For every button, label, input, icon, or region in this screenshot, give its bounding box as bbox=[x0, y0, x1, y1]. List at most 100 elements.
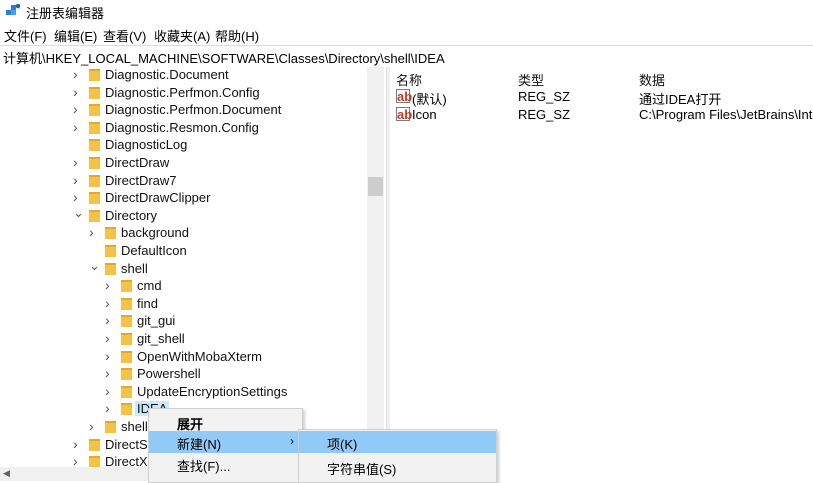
tree-item-label: Directory bbox=[105, 207, 158, 223]
tree-item[interactable]: DiagnosticLog bbox=[0, 137, 366, 154]
menu-bar: 文件(F) 编辑(E) 查看(V) 收藏夹(A) 帮助(H) bbox=[0, 24, 813, 44]
tree-item-label: DirectX bbox=[105, 454, 148, 467]
registry-tree[interactable]: › Diagnostic.Document › Diagnostic.Perfmon.… bbox=[0, 67, 386, 467]
submenu-arrow-icon: › bbox=[290, 434, 294, 448]
column-header-data[interactable]: 数据 bbox=[639, 70, 665, 89]
chevron-right-icon[interactable]: › bbox=[89, 418, 99, 434]
tree-item[interactable]: › UpdateEncryptionSettings bbox=[0, 383, 366, 401]
tree-item-label: OpenWithMobaXterm bbox=[137, 348, 262, 364]
values-pane: 名称 类型 数据 ab (默认) REG_SZ 通过IDEA打开 ab Icon… bbox=[390, 67, 813, 481]
tree-item-label: cmd bbox=[137, 278, 162, 294]
tree-item-label: shell bbox=[121, 419, 148, 434]
tree-item[interactable]: › Diagnostic.Resmon.Config bbox=[0, 119, 366, 137]
chevron-right-icon[interactable]: › bbox=[105, 383, 115, 399]
chevron-right-icon[interactable]: › bbox=[73, 101, 83, 117]
chevron-right-icon[interactable]: › bbox=[73, 119, 83, 135]
chevron-right-icon[interactable]: › bbox=[105, 348, 115, 364]
tree-item[interactable]: › Powershell bbox=[0, 365, 366, 383]
context-menu-label: 新建(N) bbox=[177, 437, 222, 452]
chevron-right-icon[interactable]: › bbox=[73, 436, 83, 452]
folder-icon bbox=[89, 174, 100, 187]
folder-icon bbox=[121, 403, 132, 416]
menu-view[interactable]: 查看(V) bbox=[103, 26, 146, 45]
chevron-right-icon[interactable]: › bbox=[73, 189, 83, 205]
chevron-right-icon[interactable]: › bbox=[73, 453, 83, 467]
tree-item-label: Diagnostic.Resmon.Config bbox=[105, 119, 259, 135]
tree-item[interactable]: › DirectDrawClipper bbox=[0, 189, 366, 207]
tree-vertical-scrollbar[interactable] bbox=[367, 67, 384, 467]
tree-item[interactable]: › cmd bbox=[0, 277, 366, 295]
column-header-name[interactable]: 名称 bbox=[396, 70, 422, 89]
chevron-right-icon[interactable]: › bbox=[73, 154, 83, 170]
value-row[interactable]: ab Icon REG_SZ C:\Program Files\JetBrain… bbox=[390, 107, 813, 125]
tree-item[interactable]: › OpenWithMobaXterm bbox=[0, 348, 366, 366]
chevron-down-icon[interactable]: ⌄ bbox=[73, 205, 84, 220]
tree-item[interactable]: DefaultIcon bbox=[0, 243, 366, 260]
folder-icon bbox=[89, 104, 100, 117]
string-value-icon: ab bbox=[396, 107, 413, 122]
folder-icon bbox=[105, 262, 116, 275]
menu-edit[interactable]: 编辑(E) bbox=[54, 26, 97, 45]
folder-icon bbox=[89, 86, 100, 99]
chevron-right-icon[interactable]: › bbox=[73, 67, 83, 82]
tree-item-label: DirectS bbox=[105, 436, 148, 452]
chevron-right-icon[interactable]: › bbox=[105, 277, 115, 293]
tree-item-label: Diagnostic.Perfmon.Document bbox=[105, 102, 282, 118]
tree-item-label: git_shell bbox=[137, 331, 185, 346]
chevron-right-icon[interactable]: › bbox=[105, 400, 115, 416]
folder-icon bbox=[89, 456, 100, 467]
folder-icon bbox=[121, 350, 132, 363]
context-menu-label: 查找(F)... bbox=[177, 459, 231, 474]
column-header-type[interactable]: 类型 bbox=[518, 70, 544, 89]
address-path[interactable]: 计算机\HKEY_LOCAL_MACHINE\SOFTWARE\Classes\… bbox=[3, 48, 445, 67]
tree-item[interactable]: › git_shell bbox=[0, 330, 366, 348]
tree-item-label: DefaultIcon bbox=[121, 243, 187, 258]
address-bar[interactable]: 计算机\HKEY_LOCAL_MACHINE\SOFTWARE\Classes\… bbox=[0, 45, 813, 68]
context-menu-expand[interactable]: 展开 bbox=[149, 411, 302, 433]
tree-item-label: DiagnosticLog bbox=[105, 137, 188, 153]
folder-icon bbox=[105, 421, 116, 433]
tree-item[interactable]: › git_gui bbox=[0, 312, 366, 330]
folder-icon bbox=[89, 139, 100, 152]
value-data: 通过IDEA打开 bbox=[639, 92, 722, 107]
context-menu-new[interactable]: 新建(N) › bbox=[149, 431, 302, 453]
tree-item[interactable]: › find bbox=[0, 295, 366, 313]
chevron-right-icon[interactable]: › bbox=[105, 365, 115, 381]
menu-help[interactable]: 帮助(H) bbox=[215, 26, 259, 45]
tree-item-label: DirectDrawClipper bbox=[105, 190, 211, 206]
chevron-down-icon[interactable]: ⌄ bbox=[89, 258, 100, 273]
tree-item-label: Diagnostic.Document bbox=[105, 67, 229, 82]
menu-file[interactable]: 文件(F) bbox=[4, 26, 47, 45]
tree-item[interactable]: › Diagnostic.Document bbox=[0, 67, 366, 84]
chevron-right-icon[interactable]: › bbox=[105, 295, 115, 311]
context-menu-find[interactable]: 查找(F)... bbox=[149, 453, 302, 475]
menu-favorites[interactable]: 收藏夹(A) bbox=[154, 26, 210, 45]
folder-icon bbox=[121, 297, 132, 310]
folder-icon bbox=[89, 69, 100, 81]
submenu-new-key[interactable]: 项(K) bbox=[299, 431, 496, 453]
chevron-right-icon[interactable]: › bbox=[73, 84, 83, 100]
tree-item[interactable]: ⌄ Directory bbox=[0, 205, 366, 225]
value-row[interactable]: ab (默认) REG_SZ 通过IDEA打开 bbox=[390, 89, 813, 107]
folder-icon bbox=[105, 227, 116, 240]
chevron-right-icon[interactable]: › bbox=[105, 312, 115, 328]
folder-icon bbox=[121, 315, 132, 328]
tree-item[interactable]: ⌄ shell bbox=[0, 258, 366, 278]
chevron-right-icon[interactable]: › bbox=[105, 330, 115, 346]
folder-icon bbox=[89, 121, 100, 134]
tree-item[interactable]: › DirectDraw7 bbox=[0, 172, 366, 190]
tree-scroll-thumb[interactable] bbox=[368, 177, 383, 196]
tree-item[interactable]: › background bbox=[0, 224, 366, 242]
title-bar: 注册表编辑器 bbox=[0, 0, 813, 22]
tree-item[interactable]: › DirectDraw bbox=[0, 154, 366, 172]
scroll-left-icon[interactable]: ◀ bbox=[3, 468, 10, 479]
folder-icon bbox=[121, 368, 132, 381]
tree-item[interactable]: › Diagnostic.Perfmon.Document bbox=[0, 101, 366, 119]
tree-item-label: Diagnostic.Perfmon.Config bbox=[105, 84, 260, 100]
chevron-right-icon[interactable]: › bbox=[73, 172, 83, 188]
chevron-right-icon[interactable]: › bbox=[89, 224, 99, 240]
context-menu: 展开 新建(N) › 查找(F)... bbox=[148, 408, 303, 483]
tree-item[interactable]: › Diagnostic.Perfmon.Config bbox=[0, 84, 366, 102]
submenu-new-string-value[interactable]: 字符串值(S) bbox=[299, 456, 496, 478]
new-submenu: 项(K) 字符串值(S) bbox=[298, 429, 497, 483]
